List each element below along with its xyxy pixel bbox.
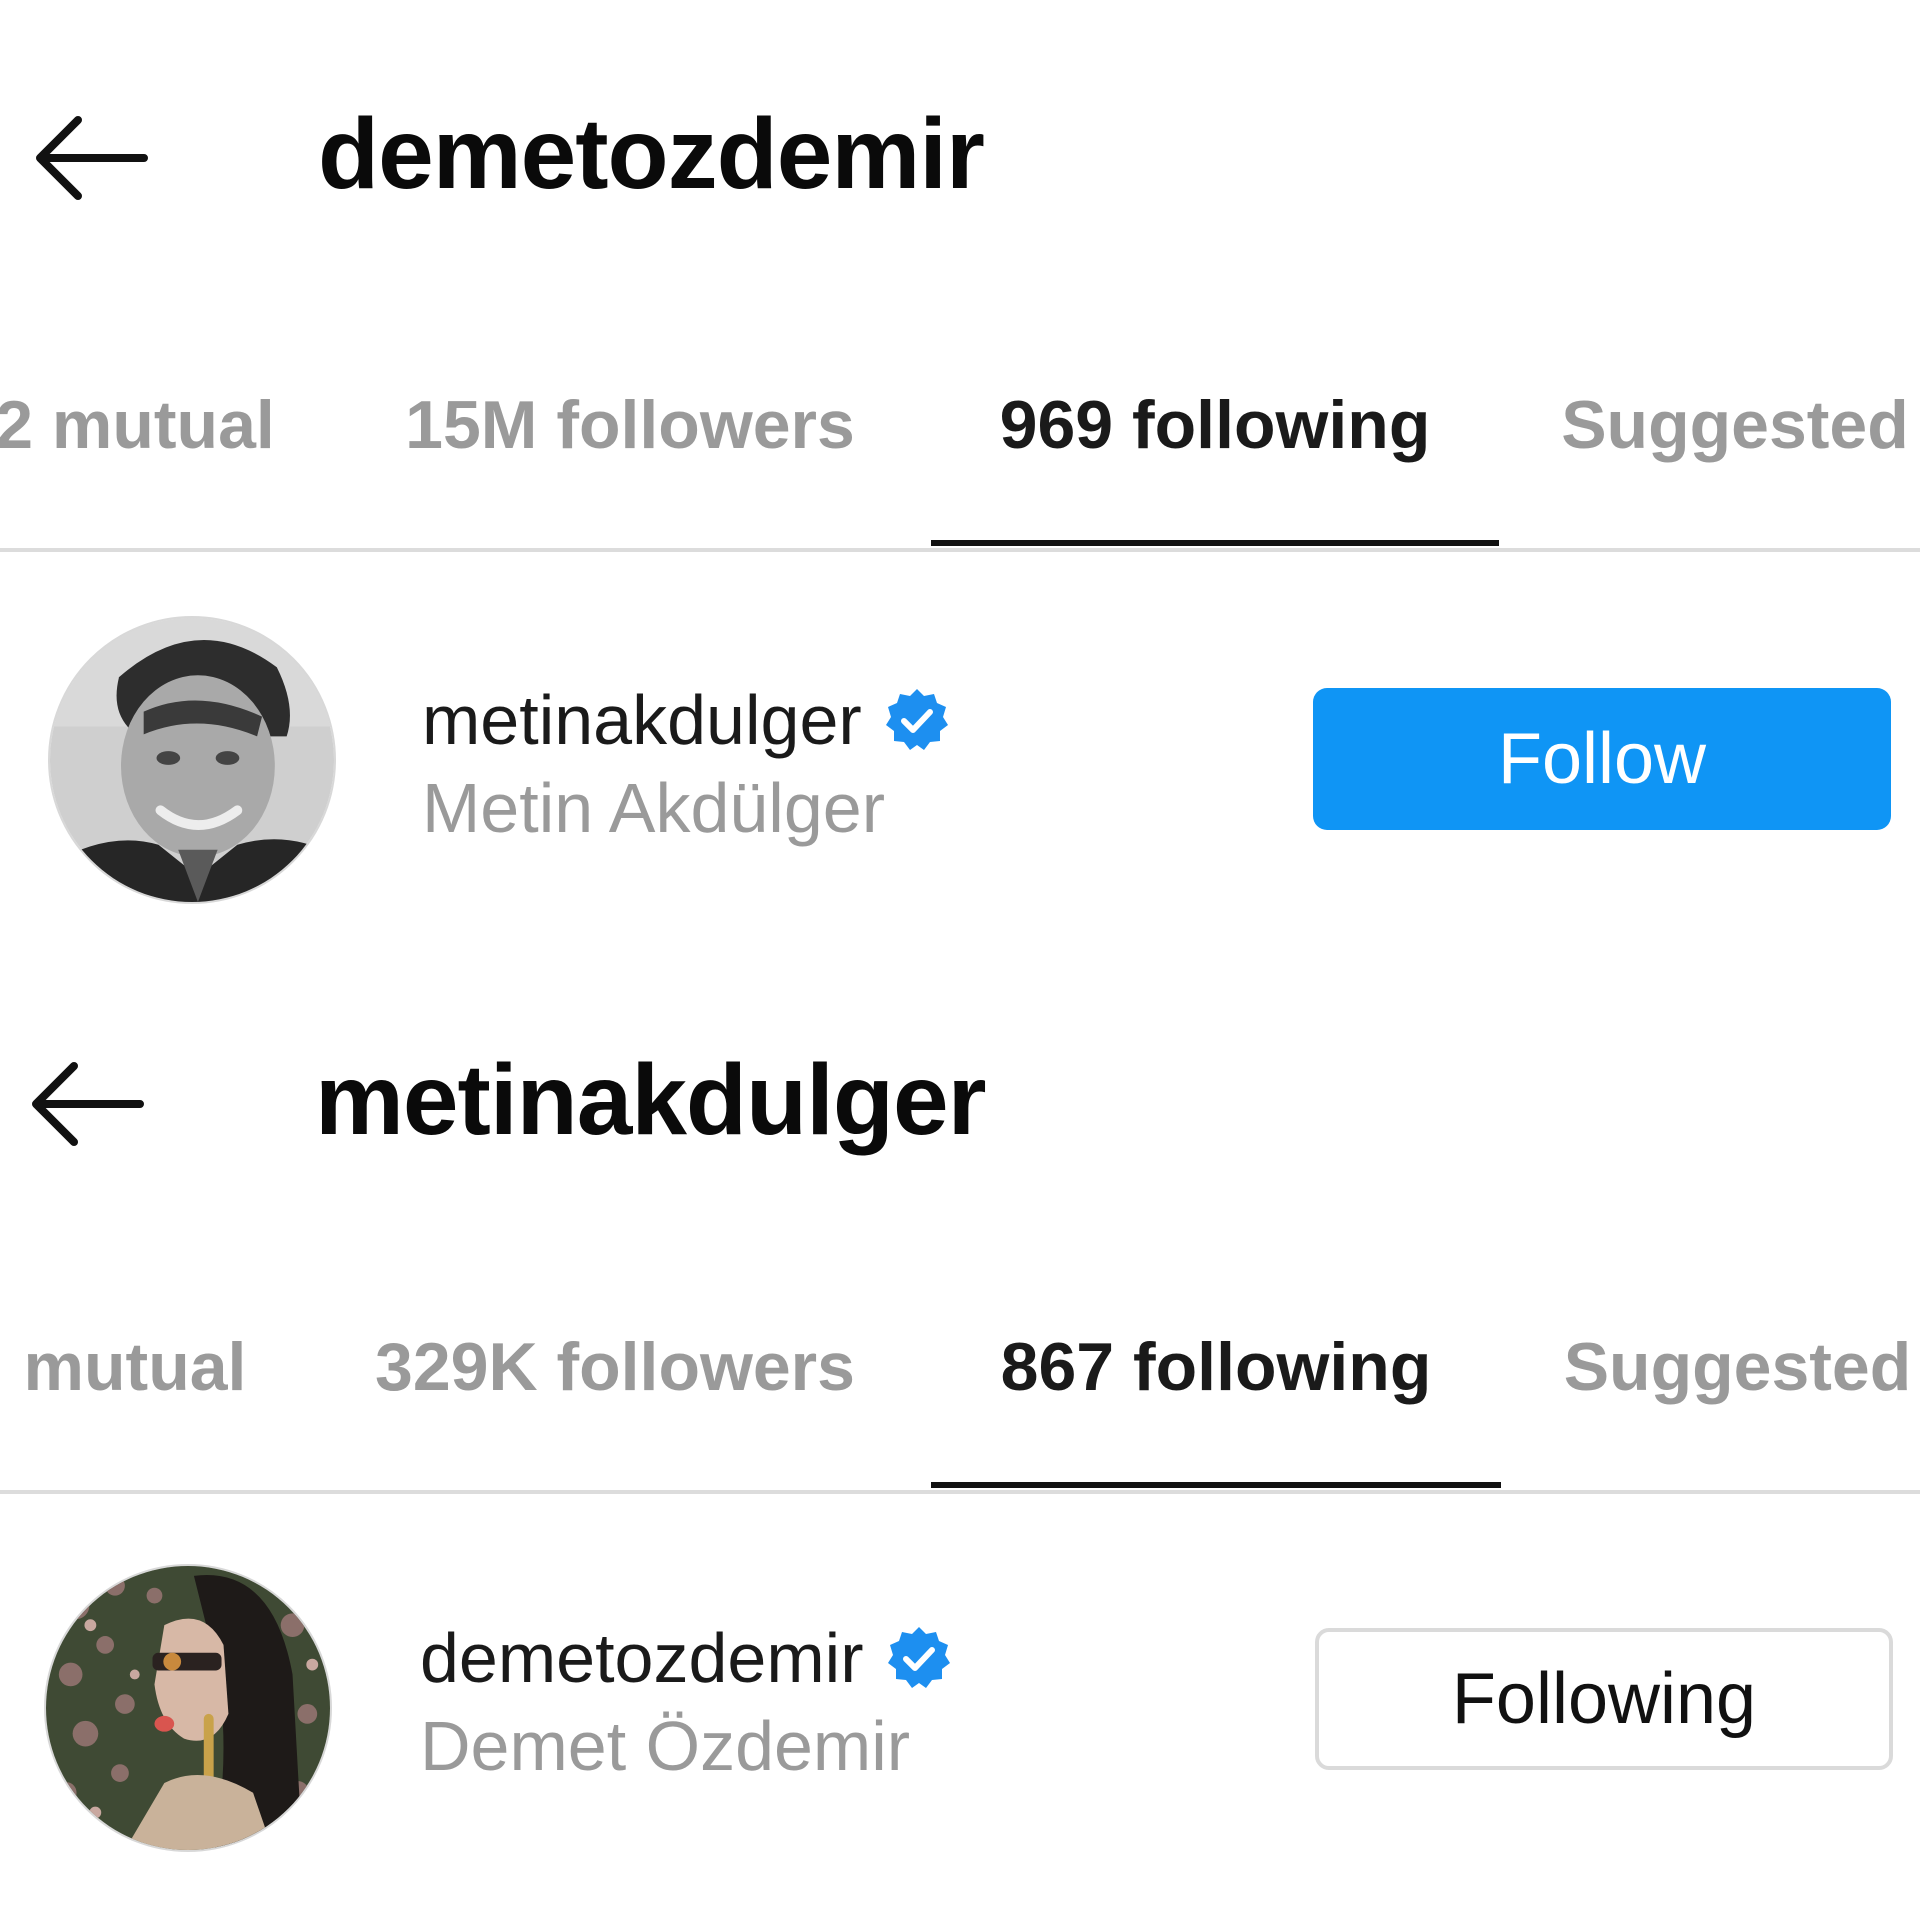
following-button[interactable]: Following [1315, 1628, 1893, 1770]
profile-photo-metinakdulger [50, 618, 334, 902]
verified-badge-icon [885, 689, 948, 750]
username-link[interactable]: demetozdemir [420, 1618, 952, 1698]
avatar[interactable] [44, 1564, 332, 1852]
full-name: Demet Özdemir [420, 1707, 911, 1785]
top-app-bar: metinakdulger [0, 940, 1920, 1260]
tab-bar: mutual 329K followers 867 following Sugg… [0, 1312, 1920, 1422]
page-title: demetozdemir [318, 98, 985, 210]
profile-following-panel-demetozdemir: demetozdemir 2 mutual 15M followers 969 … [0, 0, 1920, 940]
top-app-bar: demetozdemir [0, 0, 1920, 320]
active-tab-indicator [931, 540, 1499, 546]
username-text: demetozdemir [420, 1619, 864, 1697]
back-button[interactable] [30, 108, 150, 208]
tab-followers[interactable]: 15M followers [380, 370, 880, 480]
user-list-item[interactable]: demetozdemir Demet Özdemir Following [0, 1552, 1920, 1852]
username-link[interactable]: metinakdulger [422, 680, 950, 760]
full-name: Metin Akdülger [422, 769, 886, 847]
tab-following[interactable]: 969 following [931, 370, 1499, 480]
arrow-left-icon [36, 116, 148, 200]
user-list-item[interactable]: metinakdulger Metin Akdülger Follow [0, 604, 1920, 904]
tab-divider [0, 1490, 1920, 1494]
page-title: metinakdulger [315, 1044, 986, 1156]
profile-photo-demetozdemir [46, 1566, 330, 1850]
arrow-left-icon [32, 1062, 144, 1146]
tab-following[interactable]: 867 following [931, 1312, 1501, 1422]
tab-suggested[interactable]: Suggested [1555, 1312, 1920, 1422]
follow-button[interactable]: Follow [1313, 688, 1891, 830]
username-text: metinakdulger [422, 681, 862, 759]
tab-mutual[interactable]: mutual [10, 1312, 260, 1422]
tab-divider [0, 548, 1920, 552]
verified-badge-icon [887, 1627, 950, 1688]
active-tab-indicator [931, 1482, 1501, 1488]
tab-mutual[interactable]: 2 mutual [0, 370, 280, 480]
avatar[interactable] [48, 616, 336, 904]
tab-followers[interactable]: 329K followers [360, 1312, 870, 1422]
profile-following-panel-metinakdulger: metinakdulger mutual 329K followers 867 … [0, 940, 1920, 1880]
tab-suggested[interactable]: Suggested [1550, 370, 1920, 480]
back-button[interactable] [26, 1054, 146, 1154]
tab-bar: 2 mutual 15M followers 969 following Sug… [0, 370, 1920, 480]
